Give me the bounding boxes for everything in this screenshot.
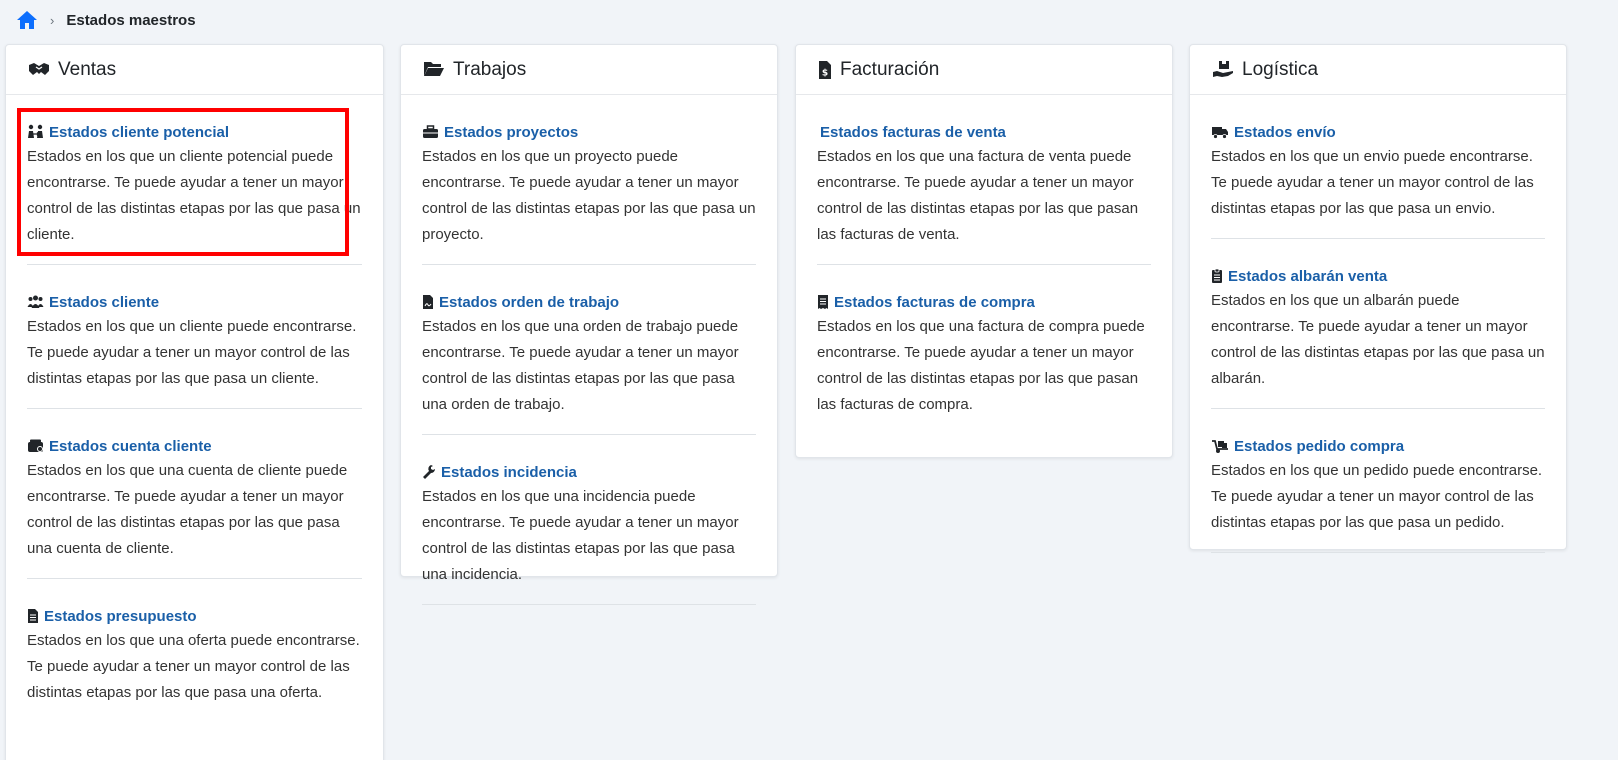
card-trabajos: Trabajos Estados proyectos Estados en lo… bbox=[400, 44, 778, 605]
estados-albaran-venta-link[interactable]: Estados albarán venta bbox=[1228, 268, 1387, 285]
wrench-icon bbox=[422, 464, 436, 480]
list-item: Estados cuenta cliente Estados en los qu… bbox=[27, 435, 362, 579]
breadcrumb: › Estados maestros bbox=[16, 8, 196, 32]
card-title: Logística bbox=[1242, 58, 1319, 80]
list-item: Estados pedido compra Estados en los que… bbox=[1211, 435, 1545, 553]
users-icon bbox=[27, 294, 44, 310]
card-title: Trabajos bbox=[453, 58, 527, 80]
people-arrows-icon bbox=[27, 124, 44, 140]
item-description: Estados en los que una oferta puede enco… bbox=[27, 632, 360, 701]
item-description: Estados en los que una factura de compra… bbox=[817, 318, 1145, 413]
list-item: Estados orden de trabajo Estados en los … bbox=[422, 291, 756, 435]
clipboard-list-icon bbox=[1211, 268, 1223, 284]
estados-incidencia-link[interactable]: Estados incidencia bbox=[441, 464, 577, 481]
estados-cuenta-cliente-link[interactable]: Estados cuenta cliente bbox=[49, 438, 212, 455]
estados-proyectos-link[interactable]: Estados proyectos bbox=[444, 124, 578, 141]
estados-facturas-de-venta-link[interactable]: Estados facturas de venta bbox=[820, 124, 1006, 141]
item-description: Estados en los que una factura de venta … bbox=[817, 148, 1139, 243]
card-header: Logística bbox=[1190, 45, 1566, 95]
receipt-icon bbox=[817, 294, 829, 310]
truck-fast-icon bbox=[1211, 124, 1229, 140]
list-item: Estados cliente Estados en los que un cl… bbox=[27, 291, 362, 409]
estados-cliente-potencial-link[interactable]: Estados cliente potencial bbox=[49, 124, 229, 141]
item-description: Estados en los que un pedido puede encon… bbox=[1211, 462, 1543, 531]
list-item: Estados proyectos Estados en los que un … bbox=[422, 121, 756, 265]
card-title: Ventas bbox=[58, 58, 117, 80]
item-description: Estados en los que un cliente puede enco… bbox=[27, 318, 357, 387]
estados-facturas-de-compra-link[interactable]: Estados facturas de compra bbox=[834, 294, 1035, 311]
breadcrumb-current: Estados maestros bbox=[66, 11, 196, 29]
list-item: Estados incidencia Estados en los que un… bbox=[422, 461, 756, 605]
handshake-icon bbox=[28, 60, 50, 80]
file-signature-icon bbox=[422, 294, 434, 310]
item-description: Estados en los que un albarán puede enco… bbox=[1211, 292, 1545, 387]
estados-presupuesto-link[interactable]: Estados presupuesto bbox=[44, 608, 197, 625]
card-ventas: Ventas Estados cliente potencial Estados… bbox=[5, 44, 384, 760]
file-lines-icon bbox=[27, 608, 39, 624]
item-description: Estados en los que un cliente potencial … bbox=[27, 148, 361, 243]
folder-open-icon bbox=[423, 60, 445, 80]
chevron-right-icon: › bbox=[50, 12, 55, 28]
home-icon[interactable] bbox=[16, 10, 38, 30]
list-item: Estados envío Estados en los que un envi… bbox=[1211, 121, 1545, 239]
list-item: Estados cliente potencial Estados en los… bbox=[27, 121, 362, 265]
card-header: $ Facturación bbox=[796, 45, 1172, 95]
item-description: Estados en los que una orden de trabajo … bbox=[422, 318, 739, 413]
estados-envio-link[interactable]: Estados envío bbox=[1234, 124, 1336, 141]
list-item: Estados facturas de compra Estados en lo… bbox=[817, 291, 1151, 434]
list-item: Estados facturas de venta Estados en los… bbox=[817, 121, 1151, 265]
estados-cliente-link[interactable]: Estados cliente bbox=[49, 294, 159, 311]
estados-pedido-compra-link[interactable]: Estados pedido compra bbox=[1234, 438, 1404, 455]
list-item: Estados presupuesto Estados en los que u… bbox=[27, 605, 362, 722]
card-logistica: Logística Estados envío Estados en los q… bbox=[1189, 44, 1567, 553]
file-invoice-dollar-icon: $ bbox=[818, 60, 832, 80]
card-title: Facturación bbox=[840, 58, 940, 80]
svg-text:$: $ bbox=[822, 68, 828, 78]
list-item: Estados albarán venta Estados en los que… bbox=[1211, 265, 1545, 409]
hand-holding-box-icon bbox=[1212, 60, 1234, 80]
item-description: Estados en los que una incidencia puede … bbox=[422, 488, 739, 583]
estados-orden-de-trabajo-link[interactable]: Estados orden de trabajo bbox=[439, 294, 619, 311]
item-description: Estados en los que una cuenta de cliente… bbox=[27, 462, 348, 557]
item-description: Estados en los que un proyecto puede enc… bbox=[422, 148, 756, 243]
wallet-icon bbox=[27, 438, 44, 454]
item-description: Estados en los que un envio puede encont… bbox=[1211, 148, 1534, 217]
card-header: Ventas bbox=[6, 45, 383, 95]
card-facturacion: $ Facturación Estados facturas de venta … bbox=[795, 44, 1173, 458]
card-header: Trabajos bbox=[401, 45, 777, 95]
briefcase-icon bbox=[422, 124, 439, 140]
dolly-icon bbox=[1211, 438, 1229, 454]
